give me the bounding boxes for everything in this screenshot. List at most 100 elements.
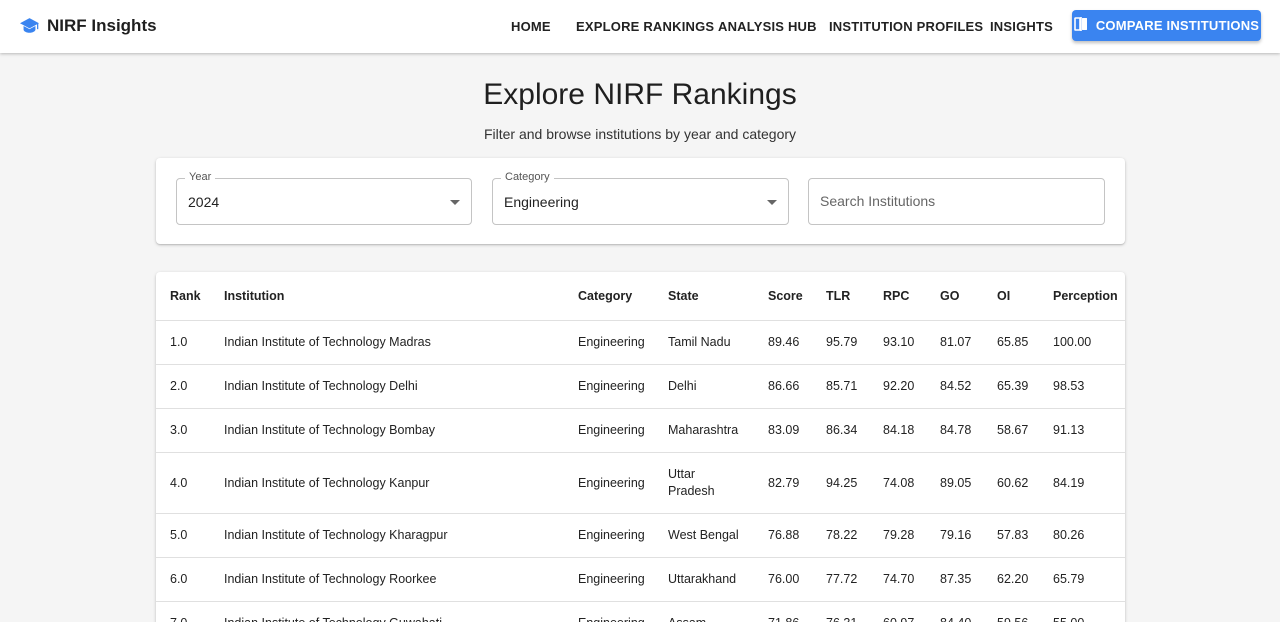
cell-perception: 84.19 [1039, 452, 1125, 514]
cell-score: 71.86 [754, 601, 812, 622]
cell-oi: 65.39 [983, 364, 1039, 409]
category-label: Category [501, 171, 554, 183]
column-header-perception[interactable]: Perception [1039, 272, 1125, 321]
column-header-go[interactable]: GO [926, 272, 983, 321]
cell-go: 84.78 [926, 408, 983, 453]
cell-rank: 3.0 [156, 408, 210, 453]
cell-rpc: 74.08 [869, 452, 926, 514]
cell-score: 82.79 [754, 452, 812, 514]
cell-oi: 58.67 [983, 408, 1039, 453]
brand[interactable]: NIRF Insights [20, 0, 157, 52]
cell-tlr: 76.31 [812, 601, 869, 622]
cell-score: 76.00 [754, 557, 812, 602]
compare-icon [1074, 17, 1088, 34]
cell-oi: 62.20 [983, 557, 1039, 602]
nav-analysis-hub[interactable]: ANALYSIS HUB [718, 0, 817, 52]
dropdown-arrow-icon [450, 200, 460, 205]
column-header-rpc[interactable]: RPC [869, 272, 926, 321]
cell-institution: Indian Institute of Technology Madras [210, 320, 564, 365]
cell-institution: Indian Institute of Technology Roorkee [210, 557, 564, 602]
cell-rpc: 60.97 [869, 601, 926, 622]
cell-rpc: 84.18 [869, 408, 926, 453]
cell-institution: Indian Institute of Technology Delhi [210, 364, 564, 409]
column-header-oi[interactable]: OI [983, 272, 1039, 321]
cell-go: 79.16 [926, 513, 983, 558]
table-row[interactable]: 2.0 Indian Institute of Technology Delhi… [156, 364, 1125, 409]
cell-rank: 1.0 [156, 320, 210, 365]
cell-category: Engineering [564, 513, 654, 558]
table-row[interactable]: 3.0 Indian Institute of Technology Bomba… [156, 408, 1125, 453]
cell-score: 76.88 [754, 513, 812, 558]
category-value: Engineering [504, 194, 579, 210]
column-header-institution[interactable]: Institution [210, 272, 564, 321]
cell-oi: 59.56 [983, 601, 1039, 622]
filter-panel: Year 2024 Category Engineering [156, 158, 1125, 244]
cell-institution: Indian Institute of Technology Kharagpur [210, 513, 564, 558]
cell-institution: Indian Institute of Technology Kanpur [210, 452, 564, 514]
page-title: Explore NIRF Rankings [483, 78, 797, 111]
cell-state: West Bengal [654, 513, 754, 558]
search-input[interactable] [820, 193, 1090, 209]
cell-category: Engineering [564, 408, 654, 453]
cell-score: 86.66 [754, 364, 812, 409]
cell-category: Engineering [564, 452, 654, 514]
compare-institutions-button[interactable]: COMPARE INSTITUTIONS [1072, 10, 1261, 41]
column-header-score[interactable]: Score [754, 272, 812, 321]
cell-institution: Indian Institute of Technology Bombay [210, 408, 564, 453]
cell-tlr: 77.72 [812, 557, 869, 602]
app-bar: NIRF Insights HOME EXPLORE RANKINGS ANAL… [0, 0, 1280, 53]
cell-go: 89.05 [926, 452, 983, 514]
cell-oi: 57.83 [983, 513, 1039, 558]
nav-home[interactable]: HOME [511, 0, 551, 52]
cell-score: 83.09 [754, 408, 812, 453]
cell-rank: 4.0 [156, 452, 210, 514]
cell-state: Assam [654, 601, 754, 622]
cell-state: Uttarakhand [654, 557, 754, 602]
cell-perception: 55.00 [1039, 601, 1125, 622]
nav-institution-profiles[interactable]: INSTITUTION PROFILES [829, 0, 983, 52]
table-row[interactable]: 1.0 Indian Institute of Technology Madra… [156, 320, 1125, 365]
table-row[interactable]: 7.0 Indian Institute of Technology Guwah… [156, 601, 1125, 622]
cell-category: Engineering [564, 320, 654, 365]
cell-tlr: 95.79 [812, 320, 869, 365]
cell-tlr: 94.25 [812, 452, 869, 514]
cell-tlr: 85.71 [812, 364, 869, 409]
table-row[interactable]: 5.0 Indian Institute of Technology Khara… [156, 513, 1125, 558]
graduation-cap-icon [20, 17, 39, 36]
cell-rpc: 74.70 [869, 557, 926, 602]
year-value: 2024 [188, 194, 220, 210]
year-select[interactable]: Year 2024 [176, 171, 472, 225]
cell-rank: 5.0 [156, 513, 210, 558]
column-header-state[interactable]: State [654, 272, 754, 321]
dropdown-arrow-icon [767, 200, 777, 205]
year-label: Year [185, 171, 216, 183]
nav-explore-rankings[interactable]: EXPLORE RANKINGS [576, 0, 714, 52]
cell-score: 89.46 [754, 320, 812, 365]
cell-state: Uttar Pradesh [654, 452, 754, 514]
cell-oi: 60.62 [983, 452, 1039, 514]
cell-perception: 98.53 [1039, 364, 1125, 409]
search-field[interactable] [808, 178, 1105, 225]
column-header-tlr[interactable]: TLR [812, 272, 869, 321]
cell-rpc: 93.10 [869, 320, 926, 365]
cell-perception: 65.79 [1039, 557, 1125, 602]
cell-go: 81.07 [926, 320, 983, 365]
cell-state: Delhi [654, 364, 754, 409]
column-header-category[interactable]: Category [564, 272, 654, 321]
cell-perception: 80.26 [1039, 513, 1125, 558]
table-header-row: Rank Institution Category State Score TL… [156, 272, 1125, 321]
column-header-rank[interactable]: Rank [156, 272, 210, 321]
cell-go: 87.35 [926, 557, 983, 602]
cell-go: 84.52 [926, 364, 983, 409]
rankings-table-card: Rank Institution Category State Score TL… [156, 272, 1125, 622]
table-row[interactable]: 4.0 Indian Institute of Technology Kanpu… [156, 452, 1125, 514]
cell-perception: 100.00 [1039, 320, 1125, 365]
table-row[interactable]: 6.0 Indian Institute of Technology Roork… [156, 557, 1125, 602]
cell-rank: 6.0 [156, 557, 210, 602]
cell-state: Tamil Nadu [654, 320, 754, 365]
nav-insights[interactable]: INSIGHTS [990, 0, 1053, 52]
category-select[interactable]: Category Engineering [492, 171, 789, 225]
cell-category: Engineering [564, 601, 654, 622]
cell-tlr: 86.34 [812, 408, 869, 453]
rankings-table: Rank Institution Category State Score TL… [156, 272, 1125, 622]
